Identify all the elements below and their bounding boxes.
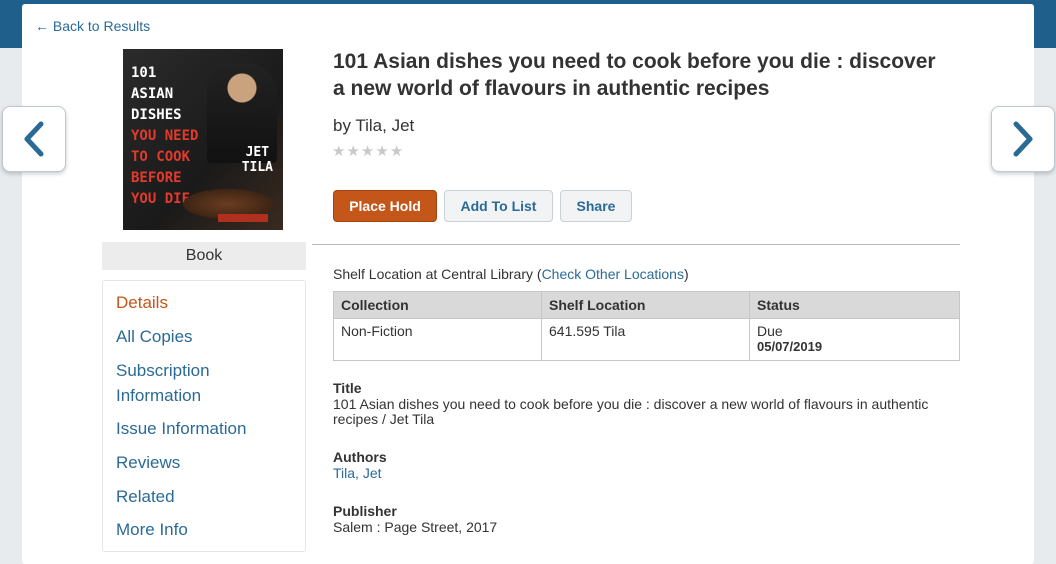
place-hold-button[interactable]: Place Hold <box>333 190 437 222</box>
sidebar-item-all-copies[interactable]: All Copies <box>116 324 296 349</box>
cover-author-line: JET <box>245 145 270 160</box>
sidebar-item-more-info[interactable]: More Info <box>116 517 296 542</box>
authors-field-label: Authors <box>333 449 387 465</box>
chevron-right-icon <box>1013 121 1033 157</box>
star-rating[interactable]: ★★★★★ <box>332 142 404 160</box>
sidebar-item-related[interactable]: Related <box>116 484 296 509</box>
sidebar-item-reviews[interactable]: Reviews <box>116 450 296 475</box>
collection-cell: Non-Fiction <box>333 318 542 361</box>
author-byline: by Tila, Jet <box>333 116 415 135</box>
status-cell: Due 05/07/2019 <box>749 318 960 361</box>
add-to-list-button[interactable]: Add To List <box>444 190 553 222</box>
status-text: Due <box>757 323 783 339</box>
previous-result-button[interactable] <box>2 106 66 172</box>
next-result-button[interactable] <box>991 106 1055 172</box>
page-title: 101 Asian dishes you need to cook before… <box>333 50 936 100</box>
book-cover-image: 101 ASIAN DISHES YOU NEED TO COOK BEFORE… <box>123 49 283 230</box>
share-button[interactable]: Share <box>560 190 632 222</box>
sidebar-item-issue-information[interactable]: Issue Information <box>116 416 296 441</box>
cover-badge <box>218 214 268 222</box>
cover-line: DISHES <box>131 107 182 123</box>
star-icon[interactable]: ★ <box>361 143 375 160</box>
copies-table: Collection Shelf Location Status Non-Fic… <box>333 291 960 361</box>
cover-line: ASIAN <box>131 86 174 102</box>
cover-author-line: TILA <box>241 160 273 175</box>
cover-title-text: 101 ASIAN DISHES YOU NEED TO COOK BEFORE… <box>131 63 198 210</box>
shelf-location-suffix: ) <box>683 266 689 282</box>
star-icon[interactable]: ★ <box>375 143 389 160</box>
title-field-value: 101 Asian dishes you need to cook before… <box>333 396 929 427</box>
column-header-shelf-location: Shelf Location <box>541 291 750 319</box>
cover-author-name: JET TILA <box>242 145 273 175</box>
shelf-location-heading: Shelf Location at Central Library (Check… <box>333 266 689 282</box>
sidebar-item-subscription-information[interactable]: Subscription Information <box>116 358 296 408</box>
shelf-location-cell: 641.595 Tila <box>541 318 750 361</box>
column-header-collection: Collection <box>333 291 542 319</box>
column-header-status: Status <box>749 291 960 319</box>
check-other-locations-link[interactable]: Check Other Locations <box>542 266 684 282</box>
cover-line: TO COOK <box>131 149 191 165</box>
sidebar-item-details[interactable]: Details <box>116 290 296 315</box>
section-divider <box>312 244 960 245</box>
star-icon[interactable]: ★ <box>390 143 404 160</box>
format-label: Book <box>102 242 306 270</box>
cover-line: 101 <box>131 65 157 81</box>
detail-card: ← Back to Results 101 ASIAN DISHES YOU N… <box>22 4 1034 564</box>
cover-line: YOU NEED <box>131 128 199 144</box>
chevron-left-icon <box>24 121 44 157</box>
title-field-label: Title <box>333 380 362 396</box>
publisher-field-label: Publisher <box>333 503 397 519</box>
shelf-location-prefix: Shelf Location at Central Library ( <box>333 266 542 282</box>
back-to-results-link[interactable]: ← Back to Results <box>35 18 150 34</box>
publisher-field-value: Salem : Page Street, 2017 <box>333 519 498 535</box>
table-row: Non-Fiction 641.595 Tila Due 05/07/2019 <box>333 318 960 361</box>
table-header-row: Collection Shelf Location Status <box>333 291 960 319</box>
detail-sidebar: Details All Copies Subscription Informat… <box>102 280 306 552</box>
author-link[interactable]: Tila, Jet <box>333 466 933 481</box>
due-date: 05/07/2019 <box>757 339 823 354</box>
star-icon[interactable]: ★ <box>332 143 346 160</box>
cover-line: BEFORE <box>131 170 182 186</box>
star-icon[interactable]: ★ <box>346 143 360 160</box>
